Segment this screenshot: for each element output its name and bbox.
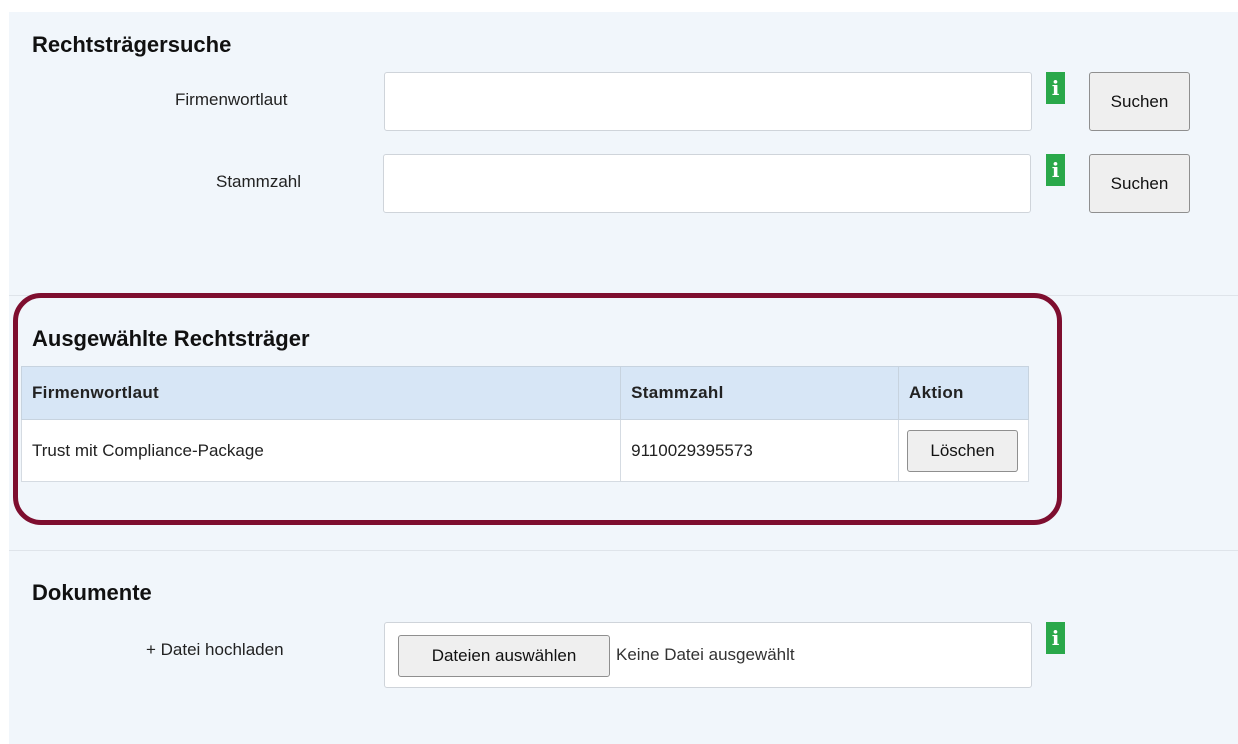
stammzahl-label: Stammzahl [216,172,302,191]
cell-firmenwortlaut: Trust mit Compliance-Package [20,419,622,482]
cell-action: Löschen [898,419,1029,482]
firmenwortlaut-info-icon[interactable]: i [1046,72,1065,104]
table-header-row: Firmenwortlaut Stammzahl Aktion [20,366,1029,420]
stammzahl-input[interactable] [383,154,1031,213]
search-section-title: Rechtsträgersuche [32,32,232,57]
upload-info-icon[interactable]: i [1046,622,1065,654]
choose-files-button[interactable]: Dateien auswählen [398,635,610,677]
documents-section-title: Dokumente [32,580,152,605]
column-header-stammzahl: Stammzahl [620,366,899,420]
firmenwortlaut-label: Firmenwortlaut [175,90,288,109]
cell-stammzahl: 9110029395573 [620,419,899,482]
selected-section-title: Ausgewählte Rechtsträger [32,326,310,351]
file-status-text: Keine Datei ausgewählt [616,645,795,664]
column-header-aktion: Aktion [898,366,1029,420]
selected-entities-table: Firmenwortlaut Stammzahl Aktion Trust mi… [20,366,1029,482]
section-divider [9,295,1238,296]
firmenwortlaut-input[interactable] [384,72,1032,131]
stammzahl-search-button[interactable]: Suchen [1089,154,1190,213]
delete-button[interactable]: Löschen [907,429,1018,472]
stammzahl-info-icon[interactable]: i [1046,154,1065,186]
table-row: Trust mit Compliance-Package 91100293955… [20,419,1029,482]
firmenwortlaut-search-button[interactable]: Suchen [1089,72,1190,131]
column-header-firmenwortlaut: Firmenwortlaut [20,366,622,420]
upload-label: + Datei hochladen [146,640,284,659]
section-divider [9,550,1238,551]
